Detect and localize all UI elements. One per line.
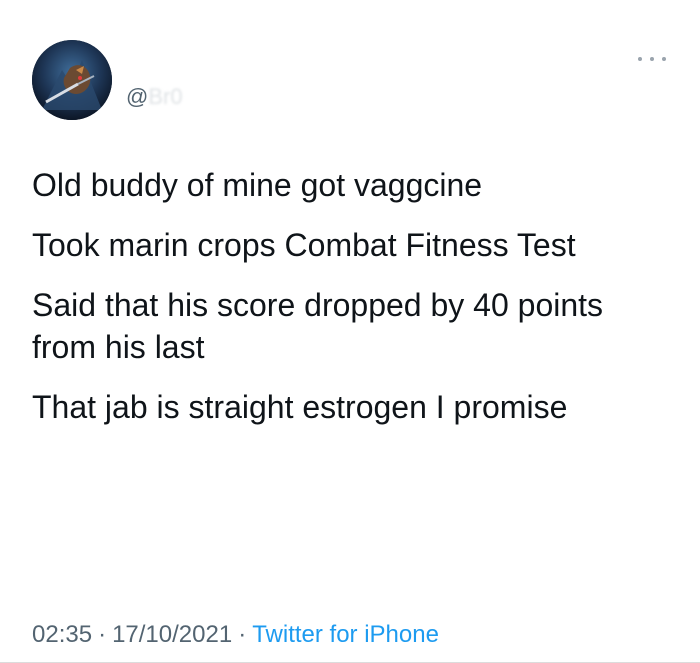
more-dot: [662, 57, 666, 61]
tweet-line: Old buddy of mine got vaggcine: [32, 167, 483, 203]
avatar-image: [32, 40, 112, 120]
tweet-text: Old buddy of mine got vaggcine Took mari…: [32, 164, 662, 446]
more-icon[interactable]: [638, 54, 666, 64]
user-handle[interactable]: @Br0: [126, 84, 183, 110]
meta-separator: ·: [98, 621, 107, 648]
tweet-line: That jab is straight estrogen I promise: [32, 389, 568, 425]
tweet-time[interactable]: 02:35: [32, 621, 92, 648]
more-dot: [650, 57, 654, 61]
tweet-date[interactable]: 17/10/2021: [112, 621, 232, 648]
more-dot: [638, 57, 642, 61]
tweet-source-link[interactable]: Twitter for iPhone: [252, 621, 439, 648]
meta-separator: ·: [238, 621, 247, 648]
avatar[interactable]: [32, 40, 112, 120]
tweet-line: Took marin crops Combat Fitness Test: [32, 227, 576, 263]
tweet-card: @Br0 Old buddy of mine got vaggcine Took…: [0, 0, 700, 663]
tweet-meta: 02:35 · 17/10/2021 · Twitter for iPhone: [32, 620, 439, 650]
handle-name: Br0: [148, 84, 183, 109]
handle-prefix: @: [126, 84, 149, 109]
tweet-line: Said that his score dropped by 40 points…: [32, 287, 604, 365]
